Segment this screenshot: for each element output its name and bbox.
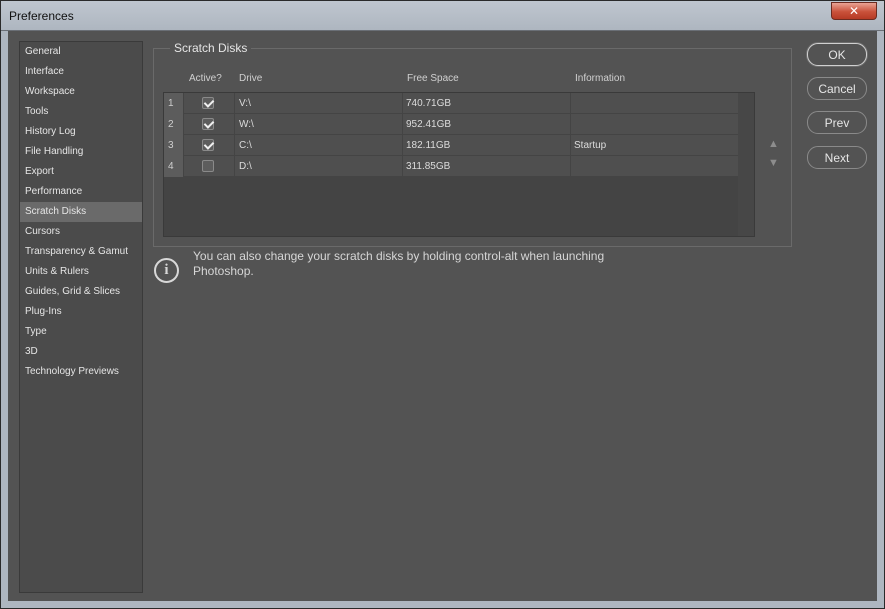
row-number: 2 [164,114,184,135]
column-header-active[interactable]: Active? [189,73,222,84]
move-up-arrow-icon[interactable]: ▲ [768,138,779,150]
free-space-cell: 740.71GB [403,93,571,114]
column-header-free-space[interactable]: Free Space [407,73,459,84]
scratch-disks-table: 1 V:\ 740.71GB 2 W:\ 952.41GB 3 C:\ 182.… [163,92,755,237]
preferences-sidebar: General Interface Workspace Tools Histor… [19,41,143,593]
prev-button[interactable]: Prev [807,111,867,134]
sidebar-item-interface[interactable]: Interface [20,62,142,82]
sidebar-item-performance[interactable]: Performance [20,182,142,202]
drive-cell: D:\ [235,156,403,177]
table-row[interactable]: 2 W:\ 952.41GB [164,114,739,135]
information-cell [571,156,739,177]
sidebar-item-transparency-gamut[interactable]: Transparency & Gamut [20,242,142,262]
info-message: You can also change your scratch disks b… [193,249,605,278]
active-checkbox[interactable] [202,97,214,109]
sidebar-item-workspace[interactable]: Workspace [20,82,142,102]
sidebar-item-technology-previews[interactable]: Technology Previews [20,362,142,382]
row-number: 1 [164,93,184,114]
table-row[interactable]: 3 C:\ 182.11GB Startup [164,135,739,156]
sidebar-item-file-handling[interactable]: File Handling [20,142,142,162]
info-icon: i [154,258,179,283]
sidebar-item-3d[interactable]: 3D [20,342,142,362]
move-down-arrow-icon[interactable]: ▼ [768,157,779,169]
title-bar[interactable]: Preferences ✕ [1,1,884,31]
column-header-information[interactable]: Information [575,73,625,84]
window-frame-right [877,31,884,603]
information-cell: Startup [574,140,607,151]
free-space-cell: 182.11GB [403,135,571,156]
window-frame-bottom [1,601,884,608]
sidebar-item-scratch-disks[interactable]: Scratch Disks [20,202,142,222]
table-row[interactable]: 1 V:\ 740.71GB [164,93,739,114]
sidebar-item-guides-grid-slices[interactable]: Guides, Grid & Slices [20,282,142,302]
sidebar-item-general[interactable]: General [20,42,142,62]
dialog-content: General Interface Workspace Tools Histor… [8,31,877,601]
window-frame-left [1,31,8,603]
sidebar-item-history-log[interactable]: History Log [20,122,142,142]
sidebar-item-plug-ins[interactable]: Plug-Ins [20,302,142,322]
sidebar-item-units-rulers[interactable]: Units & Rulers [20,262,142,282]
active-checkbox[interactable] [202,118,214,130]
drive-cell: W:\ [235,114,403,135]
sidebar-item-export[interactable]: Export [20,162,142,182]
information-cell [571,93,739,114]
active-checkbox[interactable] [202,139,214,151]
sidebar-item-cursors[interactable]: Cursors [20,222,142,242]
window-title: Preferences [9,9,74,23]
row-number: 4 [164,156,184,177]
active-checkbox[interactable] [202,160,214,172]
table-scrollbar[interactable] [738,93,754,236]
ok-button[interactable]: OK [807,43,867,66]
table-row[interactable]: 4 D:\ 311.85GB [164,156,739,177]
preferences-window: Preferences ✕ General Interface Workspac… [0,0,885,609]
close-button[interactable]: ✕ [831,2,877,20]
information-cell [571,114,739,135]
group-title: Scratch Disks [170,41,252,55]
drive-cell: V:\ [235,93,403,114]
row-number: 3 [164,135,184,156]
column-header-drive[interactable]: Drive [239,73,262,84]
next-button[interactable]: Next [807,146,867,169]
sidebar-item-tools[interactable]: Tools [20,102,142,122]
cancel-button[interactable]: Cancel [807,77,867,100]
sidebar-item-type[interactable]: Type [20,322,142,342]
drive-cell: C:\ [235,135,403,156]
free-space-cell: 952.41GB [403,114,571,135]
free-space-cell: 311.85GB [403,156,571,177]
